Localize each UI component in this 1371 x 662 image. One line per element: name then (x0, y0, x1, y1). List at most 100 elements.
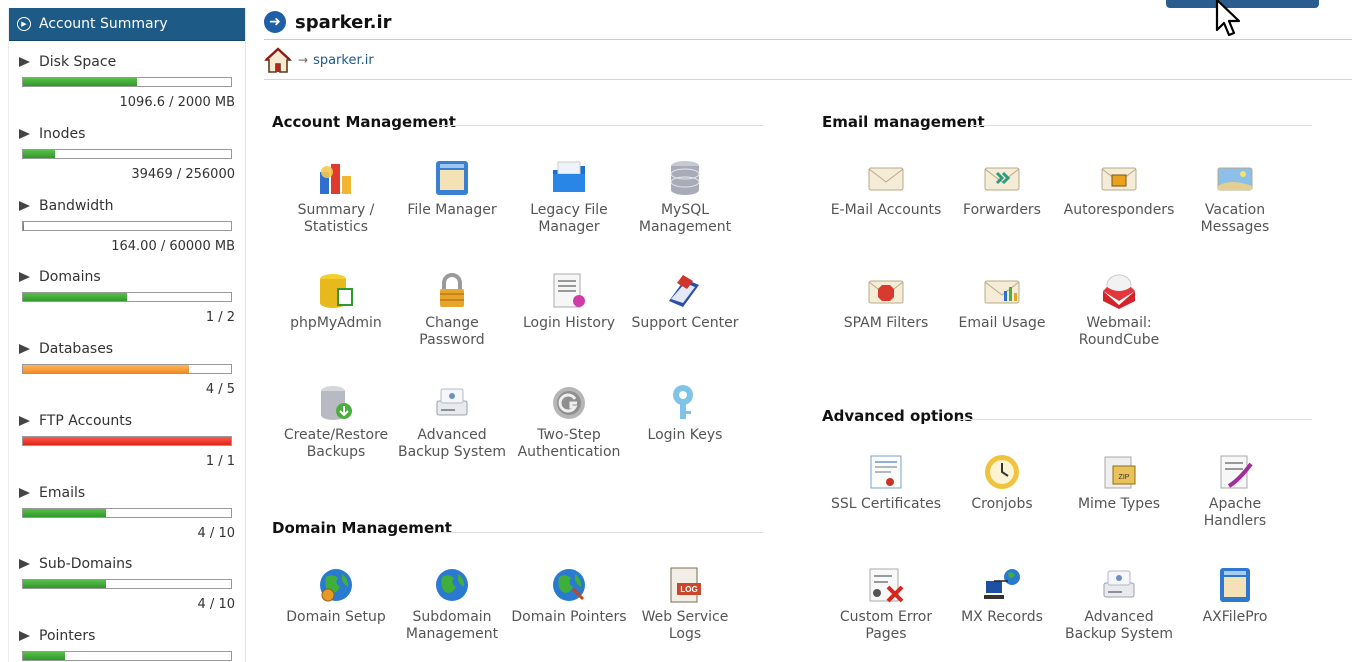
page-title-row: ➜ sparker.ir (264, 11, 392, 33)
item-label: Apache Handlers (1203, 496, 1267, 529)
usage-bar-fill (23, 652, 65, 660)
usage-bar (22, 292, 232, 302)
triangle-icon (19, 416, 30, 426)
stat-value: 4 / 10 (197, 597, 235, 612)
email-item-autoresponder[interactable]: Autoresponders (1061, 158, 1177, 219)
item-label: Advanced Backup System (1065, 609, 1173, 642)
advanced-item-error-page[interactable]: Custom Error Pages (828, 565, 944, 643)
account-item-file-manager[interactable]: File Manager (394, 158, 510, 219)
email-item-roundcube[interactable]: Webmail: RoundCube (1061, 271, 1177, 349)
stat-value: 4 / 5 (205, 382, 235, 397)
account-item-login-history[interactable]: Login History (511, 271, 627, 332)
email-item-email-usage[interactable]: Email Usage (944, 271, 1060, 332)
log-icon: LOG (670, 567, 701, 603)
page-title: sparker.ir (295, 11, 392, 33)
advanced-item-axfilepro[interactable]: AXFilePro (1177, 565, 1293, 626)
stat-label-text: FTP Accounts (39, 413, 133, 429)
section-divider (970, 125, 1312, 126)
item-label: Webmail: RoundCube (1078, 315, 1160, 348)
item-label: Autoresponders (1063, 202, 1175, 218)
arrow-circle-icon: ▶ (17, 17, 31, 31)
stat-label: Sub-Domains (9, 555, 247, 573)
domain-item-globe[interactable]: Subdomain Management (394, 565, 510, 643)
section-advanced-options: Advanced options (822, 407, 974, 425)
item-label: Legacy File Manager (530, 202, 608, 235)
advanced-item-apache[interactable]: Apache Handlers (1177, 452, 1293, 530)
advanced-item-certificate[interactable]: SSL Certificates (828, 452, 944, 513)
stat-label: Domains (9, 268, 247, 286)
domain-item-globe-pointer[interactable]: Domain Pointers (511, 565, 627, 626)
usage-bar-fill (23, 509, 107, 517)
usage-bar-fill (23, 293, 127, 301)
email-item-spam[interactable]: SPAM Filters (828, 271, 944, 332)
email-item-forward-envelope[interactable]: Forwarders (944, 158, 1060, 219)
two-step-icon (553, 387, 585, 419)
account-item-lock[interactable]: Change Password (394, 271, 510, 349)
section-divider (438, 125, 763, 126)
apache-icon (1220, 455, 1253, 489)
stat-label-text: Databases (39, 341, 114, 357)
item-label: Mime Types (1077, 496, 1161, 512)
account-item-phpmyadmin[interactable]: phpMyAdmin (278, 271, 394, 332)
breadcrumb-arrow-icon: → (298, 53, 309, 67)
error-page-icon (869, 568, 904, 603)
advanced-item-mime[interactable]: ZIP Mime Types (1061, 452, 1177, 513)
account-summary-header[interactable]: ▶ Account Summary (9, 8, 245, 41)
stat-label-text: Disk Space (39, 54, 117, 70)
item-label: phpMyAdmin (290, 315, 382, 331)
certificate-icon (870, 455, 902, 489)
stat-label-text: Pointers (39, 628, 96, 644)
item-label: File Manager (407, 202, 497, 218)
stat-emails: Emails 4 / 10 (9, 484, 247, 541)
email-item-envelope[interactable]: E-Mail Accounts (828, 158, 944, 219)
usage-bar-fill (23, 78, 137, 86)
advanced-item-mx[interactable]: MX Records (944, 565, 1060, 626)
home-icon[interactable] (264, 46, 292, 74)
title-divider (264, 39, 1352, 40)
account-item-support[interactable]: Support Center (627, 271, 743, 332)
item-label: Cronjobs (971, 496, 1033, 512)
svg-text:ZIP: ZIP (1119, 474, 1130, 481)
axfilepro-icon (1220, 568, 1250, 602)
item-label: Domain Setup (286, 609, 386, 625)
arrow-right-icon: ➜ (264, 11, 286, 33)
email-item-vacation[interactable]: Vacation Messages (1177, 158, 1293, 236)
section-account-management: Account Management (272, 113, 456, 131)
triangle-icon (19, 57, 30, 67)
globe-gear-icon (320, 569, 352, 602)
globe-icon (436, 569, 468, 601)
account-item-database[interactable]: MySQL Management (627, 158, 743, 236)
account-item-two-step[interactable]: Two-Step Authentication (511, 383, 627, 461)
item-label: Create/Restore Backups (283, 427, 389, 460)
account-item-backup[interactable]: Create/Restore Backups (278, 383, 394, 461)
chart-icon (320, 164, 351, 194)
domain-item-globe-gear[interactable]: Domain Setup (278, 565, 394, 626)
globe-pointer-icon (553, 569, 585, 601)
stat-label-text: Inodes (39, 126, 86, 142)
account-item-folder[interactable]: Legacy File Manager (511, 158, 627, 236)
usage-bar-fill (23, 222, 24, 230)
drive-icon (1103, 570, 1135, 598)
advanced-item-clock[interactable]: Cronjobs (944, 452, 1060, 513)
usage-bar (22, 579, 232, 589)
stat-label-text: Sub-Domains (39, 556, 133, 572)
account-item-drive[interactable]: Advanced Backup System (394, 383, 510, 461)
item-label: Vacation Messages (1200, 202, 1270, 235)
stat-label: Bandwidth (9, 197, 247, 215)
stat-value: 1 / 1 (205, 454, 235, 469)
stat-sub-domains: Sub-Domains 4 / 10 (9, 555, 247, 612)
breadcrumb-domain-link[interactable]: sparker.ir (313, 53, 374, 68)
usage-bar-fill (23, 365, 190, 373)
stat-bandwidth: Bandwidth 164.00 / 60000 MB (9, 197, 247, 254)
triangle-icon (19, 129, 30, 139)
account-item-key[interactable]: Login Keys (627, 383, 743, 444)
account-item-chart[interactable]: Summary / Statistics (278, 158, 394, 236)
stat-label: Disk Space (9, 53, 247, 71)
domain-item-log[interactable]: LOG Web Service Logs (627, 565, 743, 643)
triangle-icon (19, 272, 30, 282)
advanced-item-drive[interactable]: Advanced Backup System (1061, 565, 1177, 643)
stat-disk-space: Disk Space 1096.6 / 2000 MB (9, 53, 247, 110)
stat-value: 164.00 / 60000 MB (111, 239, 235, 254)
triangle-icon (19, 631, 30, 641)
main-content: ➜ sparker.ir → sparker.ir Account Manage… (264, 0, 1352, 662)
